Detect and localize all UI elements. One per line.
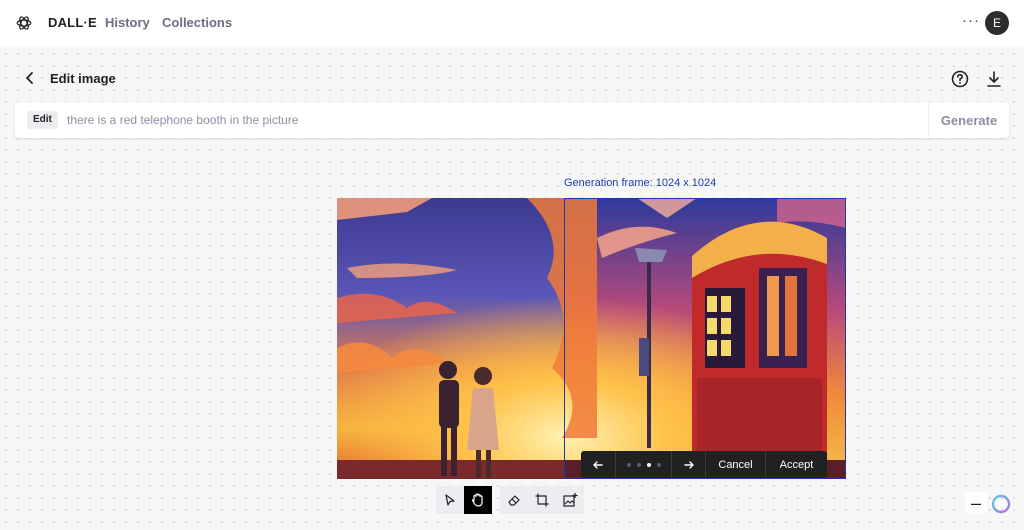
arrow-right-icon bbox=[683, 460, 694, 469]
cancel-button[interactable]: Cancel bbox=[706, 451, 766, 478]
edit-mode-badge: Edit bbox=[27, 111, 58, 129]
crop-frame-tool-button[interactable] bbox=[528, 486, 556, 514]
chevron-left-icon[interactable] bbox=[22, 70, 38, 86]
eraser-tool-button[interactable] bbox=[500, 486, 528, 514]
prompt-bar: Edit Generate bbox=[15, 102, 1009, 138]
variant-dot[interactable] bbox=[626, 462, 631, 467]
hand-icon bbox=[471, 493, 483, 507]
nav-history[interactable]: History bbox=[105, 15, 150, 30]
prompt-input[interactable] bbox=[67, 107, 917, 133]
generate-button[interactable]: Generate bbox=[928, 102, 1009, 138]
variant-navigator: Cancel Accept bbox=[581, 451, 827, 478]
zoom-out-button[interactable]: – bbox=[965, 492, 987, 514]
assistant-icon[interactable] bbox=[991, 494, 1011, 514]
download-icon[interactable] bbox=[986, 70, 1002, 88]
hand-tool-button[interactable] bbox=[464, 486, 492, 514]
add-image-tool-button[interactable] bbox=[556, 486, 584, 514]
edit-toolbar bbox=[436, 486, 584, 514]
eraser-icon bbox=[508, 495, 520, 506]
avatar[interactable]: E bbox=[985, 11, 1009, 35]
variant-dot-active[interactable] bbox=[646, 462, 651, 467]
nav-collections[interactable]: Collections bbox=[162, 15, 232, 30]
page-title: Edit image bbox=[50, 71, 116, 86]
sunset-scene-image bbox=[337, 198, 846, 479]
variant-pagination-dots[interactable] bbox=[616, 451, 672, 478]
question-circle-icon[interactable] bbox=[951, 70, 969, 88]
top-nav-bar: DALL·E History Collections ··· E bbox=[0, 0, 1024, 46]
arrow-left-icon bbox=[593, 460, 603, 469]
select-icon bbox=[445, 494, 455, 506]
generation-frame-label: Generation frame: 1024 x 1024 bbox=[564, 177, 717, 189]
previous-variant-button[interactable] bbox=[581, 451, 616, 478]
variant-dot[interactable] bbox=[636, 462, 641, 467]
more-menu-button[interactable]: ··· bbox=[962, 12, 980, 29]
select-tool-button[interactable] bbox=[436, 486, 464, 514]
canvas-image[interactable] bbox=[337, 198, 846, 479]
accept-button[interactable]: Accept bbox=[766, 451, 827, 478]
add-image-icon bbox=[563, 493, 578, 507]
brand-link[interactable]: DALL·E bbox=[48, 15, 97, 30]
crop-frame-icon bbox=[535, 493, 549, 507]
next-variant-button[interactable] bbox=[672, 451, 706, 478]
openai-logo-icon[interactable] bbox=[15, 14, 33, 32]
variant-dot[interactable] bbox=[656, 462, 661, 467]
